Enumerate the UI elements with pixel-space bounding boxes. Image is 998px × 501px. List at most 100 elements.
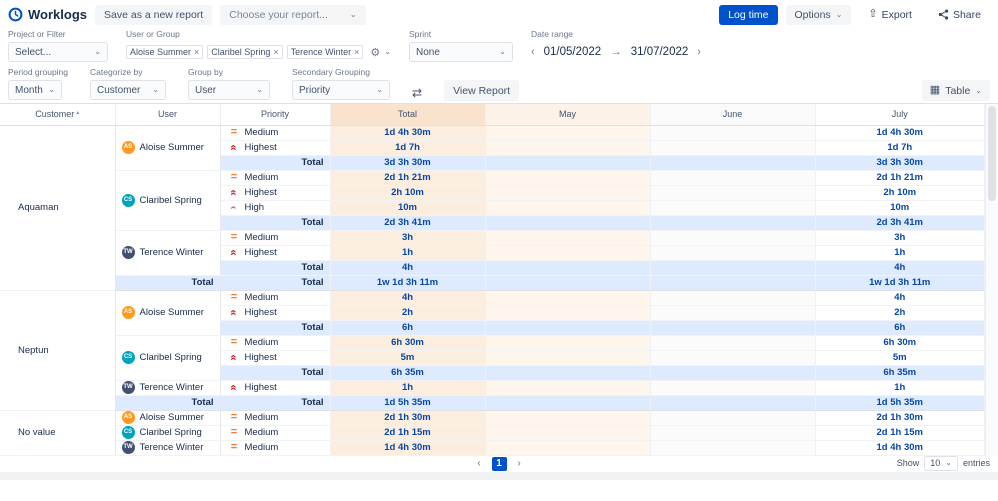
user-cell: CS Claribel Spring	[115, 425, 221, 441]
remove-tag-icon[interactable]: ×	[354, 47, 359, 57]
user-group-filter: User or Group Aloise Summer × Claribel S…	[126, 29, 391, 62]
column-header-user[interactable]: User	[115, 104, 221, 126]
user-cell: CS Claribel Spring	[115, 335, 221, 381]
chevron-down-icon: ⌄	[256, 85, 264, 94]
sort-asc-icon: ▴	[76, 110, 80, 117]
date-range-label: Date range	[530, 29, 574, 39]
july-cell: 1d 4h 30m	[815, 440, 985, 456]
export-label: Export	[881, 8, 912, 21]
gear-icon[interactable]: ⚙	[370, 46, 380, 59]
share-button[interactable]: Share	[929, 5, 990, 25]
may-cell	[485, 185, 651, 201]
date-range-control: ‹ 01/05/2022 → 31/07/2022 ›	[531, 42, 701, 62]
group-by-select[interactable]: User ⌄	[188, 80, 271, 100]
log-time-button[interactable]: Log time	[719, 4, 778, 25]
june-cell	[650, 410, 816, 426]
chevron-down-icon: ⌄	[48, 85, 55, 94]
customer-total-row: Total Total 1w 1d 3h 11m 1w 1d 3h 11m	[0, 275, 985, 291]
page-button[interactable]: 1	[491, 456, 507, 471]
user-cell: TW Terence Winter	[115, 380, 221, 396]
priority-medium-icon	[229, 337, 240, 348]
user-cell: AS Aloise Summer	[115, 125, 221, 171]
july-cell: 4h	[815, 290, 985, 306]
may-cell	[485, 440, 651, 456]
secondary-grouping-select[interactable]: Priority ⌄	[292, 80, 391, 100]
priority-cell: Highest	[220, 245, 331, 261]
vertical-scrollbar[interactable]	[985, 104, 998, 456]
priority-highest-icon	[229, 307, 240, 318]
priority-medium-icon	[229, 127, 240, 138]
july-cell: 2d 1h 21m	[815, 170, 985, 186]
categorize-by-select[interactable]: Customer ⌄	[90, 80, 167, 100]
column-header-customer[interactable]: Customer ▴	[0, 104, 116, 126]
scrollbar-thumb[interactable]	[988, 106, 996, 201]
project-filter-label: Project or Filter	[8, 29, 66, 39]
priority-highest-icon	[229, 247, 240, 258]
table-footer: ‹ 1 › Show 10 ⌄ entries	[0, 455, 998, 472]
project-filter-select[interactable]: Select... ⌄	[8, 42, 108, 62]
july-cell: 3h	[815, 230, 985, 246]
priority-label: Highest	[244, 382, 277, 393]
user-name: Aloise Summer	[139, 307, 204, 318]
options-button[interactable]: Options ⌄	[785, 4, 852, 25]
report-select[interactable]: Choose your report... ⌄	[220, 4, 366, 25]
user-tag-label: Terence Winter	[290, 47, 352, 57]
remove-tag-icon[interactable]: ×	[273, 47, 278, 57]
chevron-down-icon: ⌄	[945, 458, 952, 467]
chevron-right-icon[interactable]: ›	[697, 46, 701, 58]
avatar: CS	[121, 426, 135, 439]
column-header-total[interactable]: Total	[330, 104, 486, 126]
total-cell: 4h	[330, 290, 486, 306]
june-cell	[650, 395, 816, 411]
table-row: CS Claribel Spring Medium 6h 30m 6h 30m	[0, 335, 985, 381]
date-from[interactable]: 01/05/2022	[544, 46, 602, 58]
customer-total-row: Total Total 1d 5h 35m 1d 5h 35m	[0, 395, 985, 411]
user-name: Terence Winter	[139, 382, 204, 393]
sprint-filter-select[interactable]: None ⌄	[408, 42, 513, 62]
period-grouping-select[interactable]: Month ⌄	[8, 80, 62, 100]
user-cell: TW Terence Winter	[115, 230, 221, 276]
export-button[interactable]: ⇧ Export	[859, 5, 921, 25]
june-cell	[650, 440, 816, 456]
chevron-down-icon: ⌄	[835, 9, 843, 19]
column-header-may[interactable]: May	[485, 104, 651, 126]
column-header-june[interactable]: June	[650, 104, 816, 126]
horizontal-scrollbar[interactable]	[0, 471, 998, 480]
july-cell: 2d 3h 41m	[815, 215, 985, 231]
next-page-button[interactable]: ›	[512, 457, 527, 471]
column-header-priority[interactable]: Priority	[220, 104, 331, 126]
view-mode-select[interactable]: ▦ Table ⌄	[921, 80, 990, 101]
secondary-grouping: Secondary Grouping Priority ⌄	[292, 67, 391, 100]
view-report-button[interactable]: View Report	[444, 80, 520, 101]
avatar: AS	[121, 411, 135, 424]
user-cell: CS Claribel Spring	[115, 170, 221, 231]
user-name: Claribel Spring	[139, 427, 202, 438]
total-cell: 4h	[330, 260, 486, 276]
priority-cell: Highest	[220, 380, 331, 396]
user-name: Claribel Spring	[139, 194, 202, 206]
table-row: TW Terence Winter Medium 3h 3h	[0, 230, 985, 276]
header-row: Customer ▴ User Priority Total May June J…	[0, 104, 985, 126]
chevron-left-icon[interactable]: ‹	[531, 46, 535, 58]
arrow-right-icon: →	[610, 46, 622, 58]
entries-label: entries	[962, 458, 990, 468]
sprint-filter-label: Sprint	[408, 29, 432, 39]
date-to[interactable]: 31/07/2022	[631, 46, 689, 58]
july-cell: 6h	[815, 320, 985, 336]
chevron-down-icon[interactable]: ⌄	[384, 48, 391, 56]
user-tag-label: Aloise Summer	[130, 47, 192, 57]
save-report-button[interactable]: Save as a new report	[95, 4, 213, 25]
user-name: Aloise Summer	[139, 412, 204, 423]
remove-tag-icon[interactable]: ×	[194, 47, 199, 57]
per-page-select[interactable]: 10 ⌄	[924, 455, 958, 471]
priority-label: Medium	[244, 172, 279, 183]
column-header-july[interactable]: July	[815, 104, 985, 126]
june-cell	[650, 350, 816, 366]
user-cell: TW Terence Winter	[115, 440, 221, 456]
prev-page-button[interactable]: ‹	[472, 457, 487, 471]
entries-control: Show 10 ⌄ entries	[897, 455, 990, 471]
user-tag: Aloise Summer ×	[126, 45, 204, 59]
refresh-icon[interactable]: ⇄	[412, 86, 422, 100]
total-cell: 1d 4h 30m	[330, 125, 486, 141]
table-row: Aquaman AS Aloise Summer Medium 1d 4h 30m…	[0, 125, 985, 291]
